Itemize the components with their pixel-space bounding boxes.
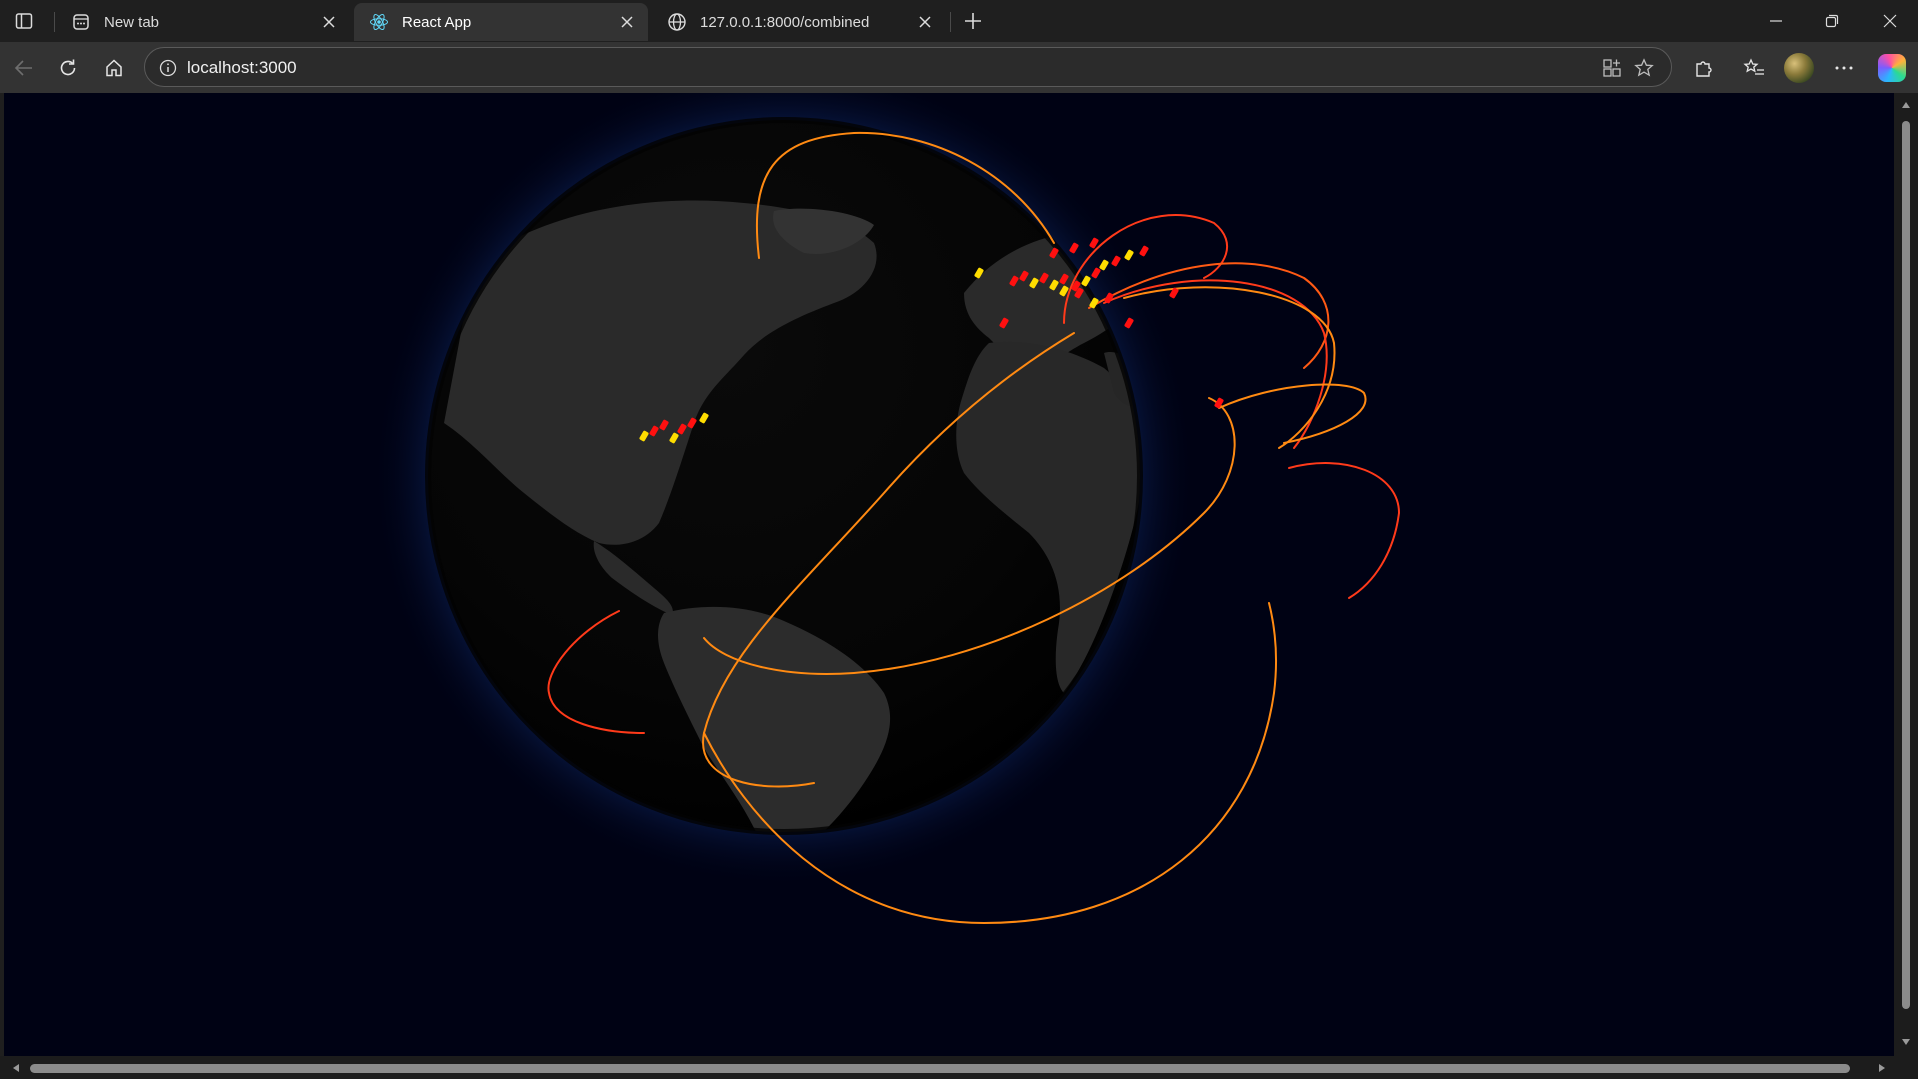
scrollbar-corner <box>1894 1056 1918 1079</box>
minimize-button[interactable] <box>1748 0 1804 42</box>
scroll-left-arrow-icon[interactable] <box>8 1060 24 1076</box>
tab-react-app[interactable]: React App <box>354 3 648 41</box>
scroll-down-arrow-icon[interactable] <box>1898 1034 1914 1050</box>
react-logo-icon <box>368 11 390 33</box>
home-button[interactable] <box>98 52 130 84</box>
site-info-icon[interactable] <box>157 57 179 79</box>
url-text[interactable]: localhost:3000 <box>187 58 297 78</box>
globe-canvas[interactable] <box>4 93 1894 1056</box>
restore-icon <box>1825 14 1839 28</box>
scroll-up-arrow-icon[interactable] <box>1898 97 1914 113</box>
close-tab-icon[interactable] <box>914 11 936 33</box>
tab-combined[interactable]: 127.0.0.1:8000/combined <box>652 3 946 41</box>
profile-avatar[interactable] <box>1784 53 1814 83</box>
globe-icon <box>666 11 688 33</box>
tab-separator <box>54 12 55 32</box>
close-window-button[interactable] <box>1862 0 1918 42</box>
tab-actions-icon <box>15 13 33 29</box>
vertical-scrollbar[interactable] <box>1894 93 1918 1056</box>
favorites-list-icon <box>1743 58 1764 75</box>
tab-new-tab[interactable]: New tab <box>56 3 350 41</box>
home-icon <box>106 59 122 77</box>
restore-button[interactable] <box>1804 0 1860 42</box>
copilot-icon[interactable] <box>1878 54 1906 82</box>
minimize-icon <box>1770 20 1782 22</box>
plus-icon <box>965 13 981 29</box>
arc <box>1218 383 1367 444</box>
settings-more-button[interactable] <box>1828 52 1860 84</box>
tab-actions-menu-button[interactable] <box>10 9 38 33</box>
tab-strip: New tab React App 127.0.0.1:8000/combine… <box>0 0 1918 42</box>
tab-title: New tab <box>104 13 160 31</box>
favorite-star-icon[interactable] <box>1631 55 1657 81</box>
more-dots-icon <box>1835 66 1853 70</box>
tab-title: 127.0.0.1:8000/combined <box>700 13 870 31</box>
close-tab-icon[interactable] <box>616 11 638 33</box>
extensions-button[interactable] <box>1688 52 1720 84</box>
new-tab-button[interactable] <box>958 7 988 35</box>
close-icon <box>1883 14 1897 28</box>
arc <box>1288 462 1401 599</box>
reload-icon <box>60 59 76 76</box>
horizontal-scroll-thumb[interactable] <box>30 1064 1850 1073</box>
close-tab-icon[interactable] <box>318 11 340 33</box>
page-viewport[interactable] <box>4 93 1894 1056</box>
app-available-icon[interactable] <box>1599 55 1625 81</box>
back-button[interactable] <box>8 52 40 84</box>
horizontal-scrollbar[interactable] <box>0 1056 1894 1079</box>
vertical-scroll-thumb[interactable] <box>1902 121 1910 1009</box>
newtab-page-icon <box>70 11 92 33</box>
scroll-right-arrow-icon[interactable] <box>1874 1060 1890 1076</box>
favorites-button[interactable] <box>1738 52 1770 84</box>
back-arrow-icon <box>14 60 32 76</box>
address-bar[interactable]: localhost:3000 <box>144 47 1672 87</box>
tab-separator <box>950 12 951 32</box>
reload-button[interactable] <box>52 52 84 84</box>
extensions-puzzle-icon <box>1696 61 1712 77</box>
tab-title: React App <box>402 13 472 31</box>
attack-marker <box>1139 245 1149 257</box>
browser-toolbar: localhost:3000 <box>0 42 1918 93</box>
